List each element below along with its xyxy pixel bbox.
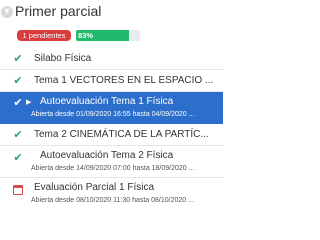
item-availability: Abierta desde 08/10/2020 11:30 hasta 08/… <box>31 197 194 204</box>
item-availability: Abierta desde 14/09/2020 07:00 hasta 18/… <box>31 165 195 172</box>
list-item-tema-2[interactable]: ✔ Tema 2 CINEMÁTICA DE LA PARTÍC... <box>0 124 223 146</box>
check-icon: ✔ <box>13 152 23 164</box>
list-item-evaluacion-parcial[interactable]: Evaluación Parcial 1 Física Abierta desd… <box>0 178 223 210</box>
check-icon: ✔ <box>13 75 23 87</box>
progress-bar: 83% <box>76 30 140 41</box>
item-label: Tema 2 CINEMÁTICA DE LA PARTÍC... <box>34 129 209 140</box>
current-item-icon: ▶ <box>26 99 32 106</box>
check-icon: ✔ <box>13 53 23 65</box>
list-item-tema-1[interactable]: ✔ Tema 1 VECTORES EN EL ESPACIO ... <box>0 70 223 92</box>
calendar-icon <box>13 185 23 195</box>
list-item-autoevaluacion-1[interactable]: ✔ ▶ Autoevaluación Tema 1 Física Abierta… <box>0 92 223 124</box>
list-item-silabo[interactable]: ✔ Silabo Física <box>0 48 223 70</box>
list-item-autoevaluacion-2[interactable]: ✔ Autoevaluación Tema 2 Física Abierta d… <box>0 146 223 178</box>
item-label: Tema 1 VECTORES EN EL ESPACIO ... <box>34 75 214 86</box>
item-label: Autoevaluación Tema 2 Física <box>40 150 174 161</box>
item-label: Evaluación Parcial 1 Física <box>34 182 155 193</box>
item-label: Autoevaluación Tema 1 Física <box>40 96 174 107</box>
section-title: Primer parcial <box>15 3 102 19</box>
check-icon: ✔ <box>13 129 23 141</box>
check-icon: ✔ <box>13 97 23 109</box>
section-header: ▾ Primer parcial <box>0 0 223 26</box>
item-label: Silabo Física <box>34 53 92 64</box>
pending-badge: 1 pendientes <box>17 30 71 41</box>
progress-fill: 83% <box>76 30 130 41</box>
collapse-toggle-icon[interactable]: ▾ <box>1 6 13 18</box>
item-availability: Abierta desde 01/09/2020 16:55 hasta 04/… <box>31 111 195 118</box>
